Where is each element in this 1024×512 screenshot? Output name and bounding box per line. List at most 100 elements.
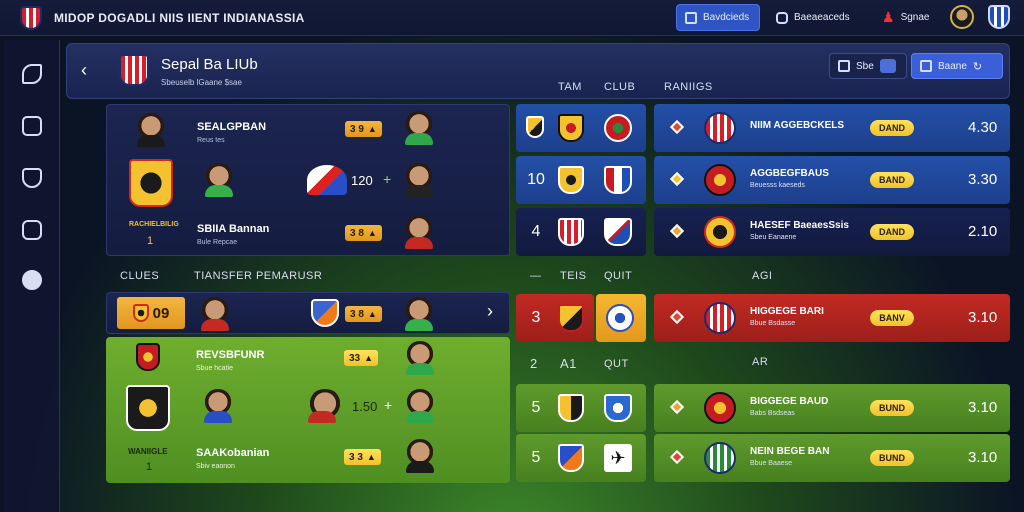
ranking-score: 2.10	[968, 223, 998, 240]
back-chevron-icon[interactable]: ‹	[81, 60, 87, 81]
app-logo-icon	[20, 5, 42, 30]
club-crest-icon	[704, 392, 736, 424]
player-rating-chip[interactable]: 3 9 ▲	[345, 121, 382, 137]
club-label: RACHIELBILIG	[129, 221, 179, 228]
club-number: 1	[146, 461, 153, 473]
player-rating-chip[interactable]: 3 3 ▲	[344, 449, 381, 465]
check-circle-icon[interactable]	[22, 270, 42, 290]
notes-icon[interactable]	[22, 116, 42, 136]
player-rating-chip[interactable]: 33 ▲	[344, 350, 379, 366]
player-rating-chip: 3 8 ▲	[345, 306, 382, 322]
player-portrait	[404, 341, 436, 375]
team-tiles-row[interactable]: 4	[516, 208, 646, 256]
ranking-row[interactable]: HAESEF BaeaesSsis Sbeu Eanaene DAND 2.10	[654, 208, 1010, 256]
ranking-club-subtitle: Bbue Bsdasse	[750, 320, 796, 327]
ranking-club-name: AGGBEGFBAUS	[750, 168, 829, 179]
primary-nav-label: Bavdcieds	[703, 12, 750, 23]
club-crest-icon	[136, 343, 160, 371]
primary-nav-button[interactable]: Bavdcieds	[676, 4, 760, 31]
rank-marker-icon	[669, 119, 685, 135]
club-crest-icon	[119, 54, 149, 86]
primary-action-label: Baane	[938, 60, 967, 72]
club-subtitle: Sbeuselb lGaane $sae	[161, 78, 242, 87]
ranking-status-pill: BANV	[870, 310, 914, 326]
team-tiles-row[interactable]: 3	[516, 294, 594, 342]
list-icon	[838, 60, 850, 72]
player-rating-chip[interactable]: 3 8 ▲	[345, 225, 382, 241]
avatar[interactable]	[950, 5, 974, 29]
camera-icon[interactable]	[22, 220, 42, 240]
rankings-ar-label: AR	[752, 356, 769, 368]
team-tiles-row[interactable]: 5	[516, 384, 646, 432]
club-crest-icon	[604, 218, 632, 246]
clubs-label: CLUES	[120, 270, 160, 282]
user-button[interactable]: ♟ Sgnae	[874, 4, 940, 31]
club-number: 1	[147, 235, 154, 247]
club-name: Sepal Ba LIUb	[161, 56, 258, 73]
col-club-header: CLUB	[604, 81, 636, 93]
ranking-club-subtitle: Beuesss kaeseds	[750, 182, 805, 189]
sidebar	[4, 40, 60, 512]
player-subtitle: Reus tes	[197, 137, 225, 144]
player-subtitle: Sbue hcatie	[196, 365, 233, 372]
ranking-club-name: HIGGEGE BARI	[750, 306, 824, 317]
shield-icon[interactable]	[22, 168, 42, 188]
player-portrait	[202, 389, 234, 423]
transfer-value: 120	[351, 173, 373, 188]
club-badge-icon[interactable]	[988, 5, 1010, 29]
ranking-status-pill: BUND	[870, 450, 914, 466]
rankings-agt-label: AGI	[752, 270, 773, 282]
link-icon[interactable]	[22, 64, 42, 84]
club-crest-icon	[704, 164, 736, 196]
filter-button[interactable]: Sbe	[829, 53, 907, 79]
team-tiles-row[interactable]	[516, 104, 646, 152]
player-portrait	[403, 163, 435, 197]
chevron-right-icon[interactable]: ›	[487, 301, 493, 322]
featured-value: 09	[152, 304, 170, 322]
rank-marker-icon	[669, 171, 685, 187]
secondary-nav-button[interactable]: Baeaeaceds	[768, 4, 858, 31]
team-rank: 3	[531, 309, 541, 326]
chat-icon	[776, 11, 788, 24]
player-subtitle: Sbiv eaonon	[196, 463, 235, 470]
player-subtitle: Bule Repcae	[197, 239, 238, 246]
club-crest-icon	[704, 302, 736, 334]
ranking-club-name: HAESEF BaeaesSsis	[750, 220, 849, 231]
shirt-icon	[879, 59, 896, 73]
ranking-club-name: NIIM AGGEBCKELS	[750, 120, 845, 131]
club-emblem-icon	[307, 165, 347, 195]
team-rank: 4	[531, 223, 541, 240]
team-tiles-row[interactable]: 10	[516, 156, 646, 204]
mid-header-c: QUIT	[604, 270, 633, 282]
club-crest-icon	[704, 216, 736, 248]
arrow-up-icon: ▲	[366, 452, 376, 462]
ranking-row[interactable]: NEIN BEGE BAN Bbue Baaese BUND 3.10	[654, 434, 1010, 482]
featured-transfer-row[interactable]: 09 3 8 ▲ ›	[106, 292, 510, 334]
player-name: SAAKobanian	[196, 447, 270, 459]
club-highlight-tile[interactable]	[596, 294, 646, 342]
arrow-up-icon: ▲	[367, 124, 377, 134]
mid-header-a: —	[530, 270, 542, 282]
ranking-row[interactable]: HIGGEGE BARI Bbue Bsdasse BANV 3.10	[654, 294, 1010, 342]
chart-icon	[920, 60, 932, 72]
team-tiles-row[interactable]: 5 ✈	[516, 434, 646, 482]
team-crest-icon	[526, 116, 544, 138]
ranking-status-pill: DAND	[870, 224, 914, 240]
team-crest-icon	[558, 444, 584, 472]
ranking-status-pill: DAND	[870, 120, 914, 136]
transfer-value: 1.50	[352, 399, 378, 414]
rating-value: 33	[349, 352, 361, 364]
primary-action-button[interactable]: Baane ↻	[911, 53, 1003, 79]
plus-icon: +	[384, 397, 393, 413]
ranking-score: 3.10	[968, 309, 998, 326]
rating-value: 3 8	[350, 308, 364, 320]
ranking-row[interactable]: BIGGEGE BAUD Babs Bsdseas BUND 3.10	[654, 384, 1010, 432]
ranking-row[interactable]: AGGBEGFBAUS Beuesss kaeseds BAND 3.30	[654, 156, 1010, 204]
ranking-row[interactable]: NIIM AGGEBCKELS DAND 4.30	[654, 104, 1010, 152]
player-name: REVSBFUNR	[196, 349, 265, 361]
rank-marker-icon	[669, 399, 685, 415]
club-crest-icon	[604, 166, 632, 194]
player-portrait	[404, 389, 436, 423]
rank-marker-icon	[669, 223, 685, 239]
col-rankings-header: RANIIGS	[664, 81, 713, 93]
